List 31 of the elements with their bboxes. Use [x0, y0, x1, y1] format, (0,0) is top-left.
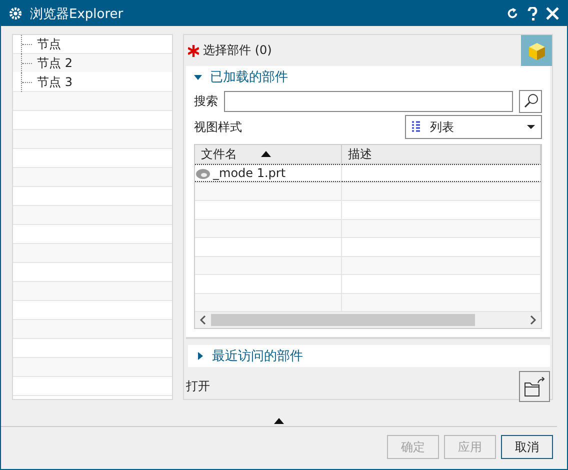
- close-icon[interactable]: [546, 7, 559, 20]
- select-parts-label: 选择部件 (0): [203, 42, 272, 59]
- open-folder-button[interactable]: [519, 371, 550, 402]
- search-button[interactable]: [519, 90, 542, 112]
- cube-button[interactable]: [521, 35, 552, 66]
- tree-item[interactable]: 节点: [13, 35, 172, 54]
- table-cell[interactable]: _mode 1.prt: [195, 164, 342, 182]
- horizontal-scrollbar[interactable]: [195, 312, 541, 328]
- folder-icon: [524, 376, 546, 396]
- tree-item[interactable]: 节点 3: [13, 73, 172, 92]
- search-icon: [522, 93, 538, 109]
- reset-icon[interactable]: [506, 7, 519, 20]
- dropdown-caret-icon: [527, 125, 535, 129]
- window-title: 浏览器Explorer: [30, 6, 124, 22]
- tree-item[interactable]: 节点 2: [13, 54, 172, 73]
- dialog-button[interactable]: 取消: [501, 435, 553, 459]
- help-icon[interactable]: [527, 6, 538, 20]
- asterisk-icon: [188, 44, 199, 56]
- open-label: 打开: [186, 378, 210, 395]
- search-label: 搜索: [194, 92, 218, 110]
- column-header[interactable]: 文件名: [195, 145, 342, 164]
- list-icon: [412, 121, 420, 133]
- view-style-label: 视图样式: [194, 118, 242, 136]
- section-header[interactable]: 已加载的部件: [194, 66, 288, 88]
- sort-ascending-icon: [261, 151, 271, 158]
- search-field[interactable]: [224, 90, 513, 112]
- column-header[interactable]: 描述: [342, 145, 541, 164]
- scrollbar-thumb[interactable]: [211, 314, 475, 326]
- gear-icon: [9, 7, 22, 20]
- view-style-dropdown[interactable]: 列表: [405, 115, 542, 139]
- collapse-icon[interactable]: [274, 418, 284, 424]
